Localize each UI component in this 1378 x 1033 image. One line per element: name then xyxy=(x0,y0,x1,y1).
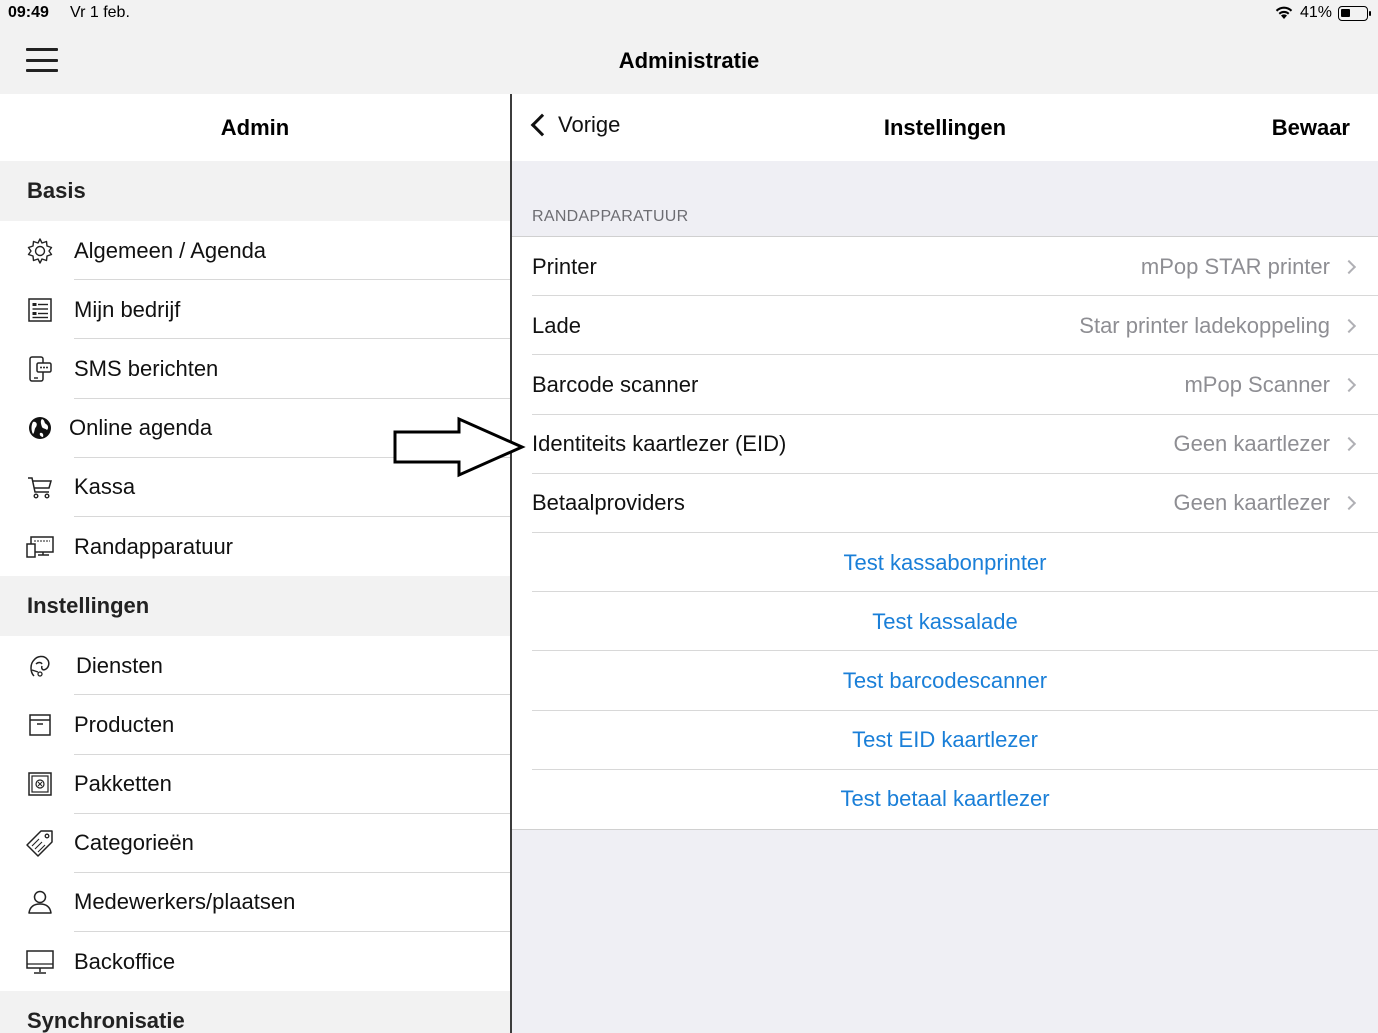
settings-table: Printer mPop STAR printer Lade Star prin… xyxy=(512,236,1378,830)
sidebar-item-categorieen[interactable]: Categorieën xyxy=(0,814,510,874)
sidebar-item-label: Medewerkers/plaatsen xyxy=(74,889,296,915)
devices-icon xyxy=(25,532,55,562)
detail-navigation-bar: Vorige Instellingen Bewaar xyxy=(512,94,1378,161)
package-icon xyxy=(25,769,55,799)
setting-label: Barcode scanner xyxy=(532,371,699,397)
sidebar-item-label: Online agenda xyxy=(69,415,213,441)
sidebar-item-label: Mijn bedrijf xyxy=(74,296,181,322)
status-date: Vr 1 feb. xyxy=(70,4,130,21)
sidebar-item-pakketten[interactable]: Pakketten xyxy=(0,755,510,814)
test-kassabonprinter-button[interactable]: Test kassabonprinter xyxy=(512,533,1378,593)
setting-row-barcode-scanner[interactable]: Barcode scanner mPop Scanner xyxy=(512,355,1378,415)
setting-row-lade[interactable]: Lade Star printer ladekoppeling xyxy=(512,296,1378,356)
test-eid-kaartlezer-button[interactable]: Test EID kaartlezer xyxy=(512,711,1378,770)
action-label: Test kassabonprinter xyxy=(843,549,1047,575)
setting-label: Lade xyxy=(532,312,581,338)
test-kassalade-button[interactable]: Test kassalade xyxy=(512,592,1378,652)
section-header-instellingen: Instellingen xyxy=(0,576,510,637)
chevron-right-icon xyxy=(1341,437,1357,452)
settings-detail-pane: Vorige Instellingen Bewaar RANDAPPARATUU… xyxy=(512,94,1378,1033)
detail-title: Instellingen xyxy=(883,115,1007,140)
action-label: Test kassalade xyxy=(872,608,1018,634)
annotation-arrow-icon xyxy=(393,416,526,478)
chevron-right-icon xyxy=(1341,318,1357,333)
hair-service-icon xyxy=(25,651,55,681)
test-betaal-kaartlezer-button[interactable]: Test betaal kaartlezer xyxy=(512,770,1378,829)
setting-row-identiteits-kaartlezer[interactable]: Identiteits kaartlezer (EID) Geen kaartl… xyxy=(512,415,1378,474)
section-header-basis: Basis xyxy=(0,161,510,221)
test-barcodescanner-button[interactable]: Test barcodescanner xyxy=(512,651,1378,711)
wifi-icon xyxy=(1275,6,1293,19)
status-bar: 09:49 Vr 1 feb. 41% xyxy=(0,0,1378,28)
sidebar-item-label: Randapparatuur xyxy=(74,533,234,559)
status-right: 41% xyxy=(1274,4,1371,22)
sidebar-item-label: SMS berichten xyxy=(74,355,219,381)
page-title: Administratie xyxy=(618,48,760,73)
chevron-right-icon xyxy=(1341,259,1357,274)
setting-label: Betaalproviders xyxy=(532,490,685,516)
sidebar-title: Admin xyxy=(0,94,510,161)
setting-value: Geen kaartlezer xyxy=(1173,431,1330,457)
battery-percentage: 41% xyxy=(1299,4,1332,21)
section-header-synchronisatie: Synchronisatie xyxy=(0,991,510,1033)
sidebar-item-label: Kassa xyxy=(74,474,136,500)
setting-row-printer[interactable]: Printer mPop STAR printer xyxy=(512,237,1378,297)
save-button[interactable]: Bewaar xyxy=(1272,115,1350,141)
setting-value: Star printer ladekoppeling xyxy=(1079,312,1330,338)
sidebar-item-randapparatuur[interactable]: Randapparatuur xyxy=(0,517,510,576)
group-header-randapparatuur: RANDAPPARATUUR xyxy=(532,208,689,225)
sidebar-item-algemeen-agenda[interactable]: Algemeen / Agenda xyxy=(0,221,510,281)
person-icon xyxy=(25,887,55,917)
setting-value: mPop Scanner xyxy=(1184,371,1330,397)
setting-value: mPop STAR printer xyxy=(1140,253,1330,279)
setting-label: Identiteits kaartlezer (EID) xyxy=(532,431,787,457)
gear-icon xyxy=(25,236,55,266)
sidebar-item-mijn-bedrijf[interactable]: Mijn bedrijf xyxy=(0,280,510,340)
status-time: 09:49 xyxy=(8,4,49,21)
sidebar-item-label: Categorieën xyxy=(74,830,194,856)
setting-label: Printer xyxy=(532,253,597,279)
sidebar-item-label: Backoffice xyxy=(74,948,176,974)
sidebar-item-label: Pakketten xyxy=(74,771,172,797)
sidebar-item-label: Diensten xyxy=(76,652,163,678)
sidebar-item-label: Algemeen / Agenda xyxy=(74,237,267,263)
action-label: Test betaal kaartlezer xyxy=(840,786,1050,812)
top-navigation-bar: Administratie xyxy=(0,28,1378,94)
action-label: Test barcodescanner xyxy=(842,667,1048,693)
box-icon xyxy=(25,710,55,740)
tag-icon xyxy=(25,828,55,858)
battery-icon xyxy=(1338,5,1371,21)
sidebar-item-diensten[interactable]: Diensten xyxy=(0,636,510,696)
sidebar-item-label: Producten xyxy=(74,711,175,737)
phone-message-icon xyxy=(25,354,55,384)
admin-sidebar: Admin Basis Algemeen / Agenda Mijn bedri… xyxy=(0,94,510,1033)
action-label: Test EID kaartlezer xyxy=(852,727,1038,753)
sidebar-item-sms-berichten[interactable]: SMS berichten xyxy=(0,339,510,399)
shopping-cart-icon xyxy=(25,472,55,502)
sidebar-item-producten[interactable]: Producten xyxy=(0,695,510,755)
sidebar-item-backoffice[interactable]: Backoffice xyxy=(0,932,510,991)
setting-value: Geen kaartlezer xyxy=(1173,490,1330,516)
sidebar-item-medewerkers-plaatsen[interactable]: Medewerkers/plaatsen xyxy=(0,873,510,933)
setting-row-betaalproviders[interactable]: Betaalproviders Geen kaartlezer xyxy=(512,474,1378,534)
monitor-icon xyxy=(25,947,55,977)
chevron-right-icon xyxy=(1341,496,1357,511)
document-list-icon xyxy=(25,295,55,325)
globe-icon xyxy=(25,413,55,443)
chevron-right-icon xyxy=(1341,377,1357,393)
